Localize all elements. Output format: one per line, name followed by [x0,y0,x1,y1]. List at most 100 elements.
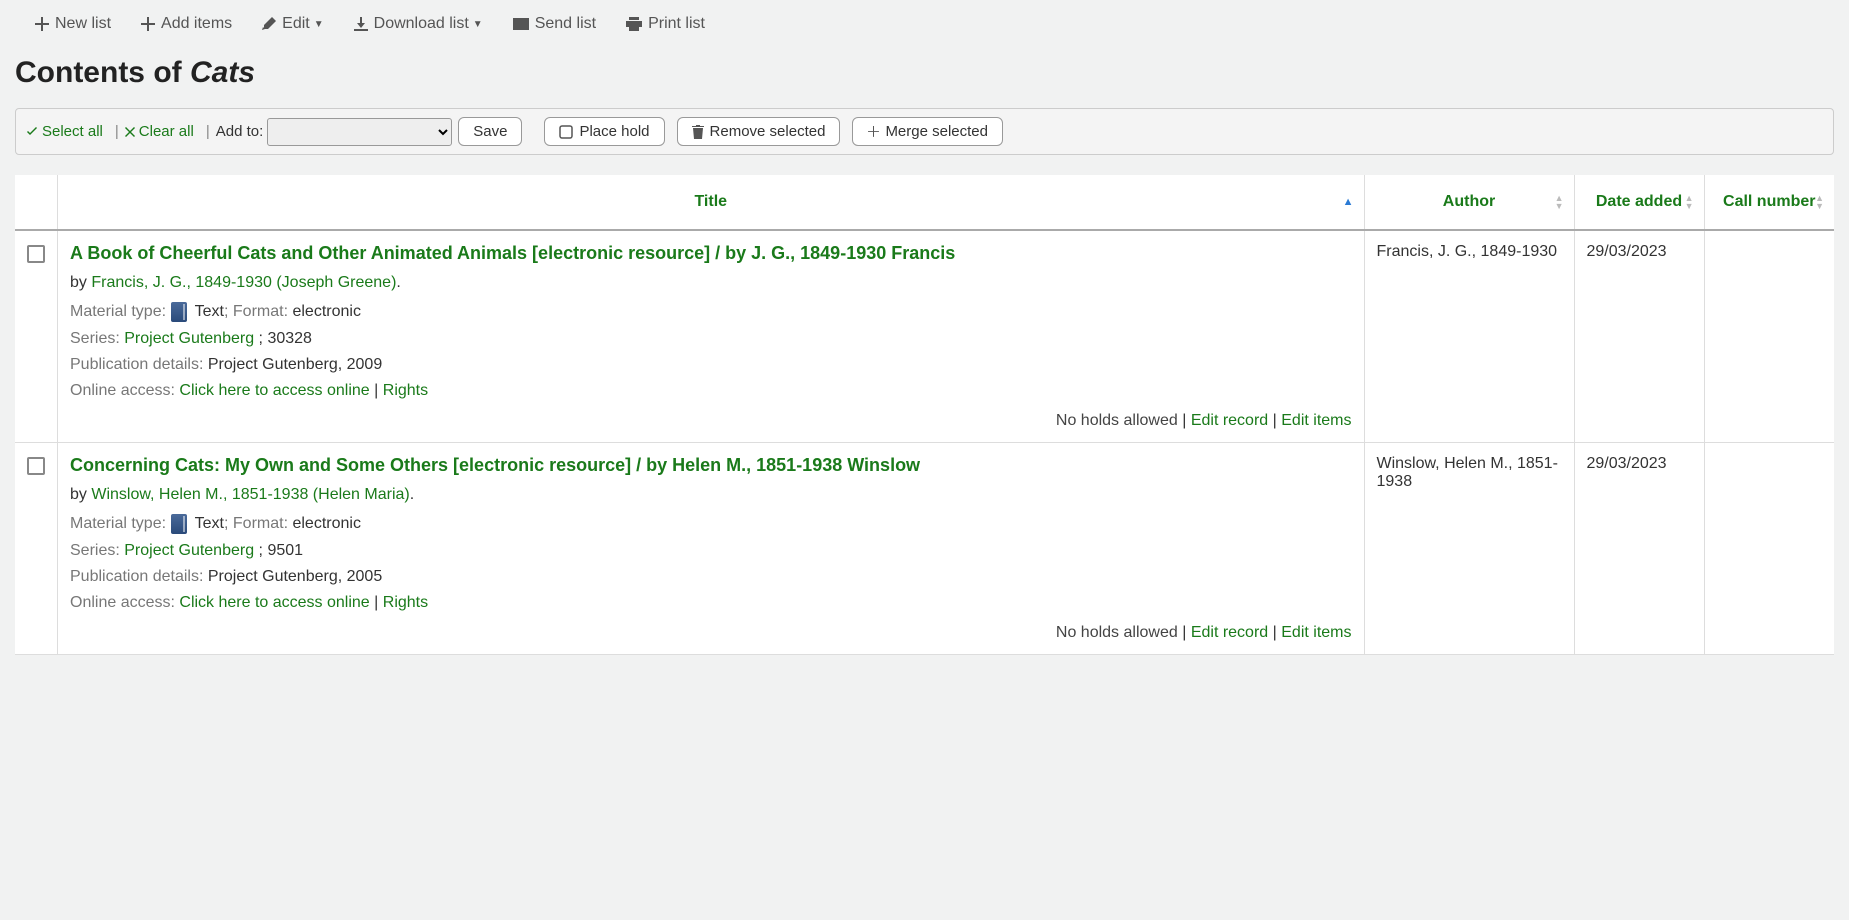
row-checkbox[interactable] [27,245,45,263]
check-icon [26,126,38,138]
page-title-prefix: Contents of [15,56,190,89]
online-access-link[interactable]: Click here to access online [179,594,369,611]
author-link[interactable]: Francis, J. G., 1849-1930 (Joseph Greene… [91,274,396,291]
add-items-label: Add items [161,15,232,33]
place-hold-label: Place hold [579,123,649,140]
book-icon [171,302,187,322]
separator: | [115,123,119,140]
online-access-label: Online access: [70,382,175,399]
clear-all-button[interactable]: Clear all [125,123,194,140]
record-title-link[interactable]: A Book of Cheerful Cats and Other Animat… [70,243,955,263]
format-label: Format: [233,515,288,532]
edit-items-link[interactable]: Edit items [1281,412,1351,429]
trash-icon [692,125,704,139]
no-holds-text: No holds allowed [1056,624,1178,641]
merge-icon [867,126,879,138]
print-list-label: Print list [648,15,705,33]
no-holds-text: No holds allowed [1056,412,1178,429]
edit-record-link[interactable]: Edit record [1191,624,1268,641]
place-hold-button[interactable]: Place hold [544,117,664,146]
edit-label: Edit [282,15,310,33]
send-list-label: Send list [535,15,596,33]
plus-icon [141,17,155,31]
edit-record-link[interactable]: Edit record [1191,412,1268,429]
add-to-label: Add to: [216,123,264,140]
table-row: A Book of Cheerful Cats and Other Animat… [15,230,1834,443]
checkbox-header [15,175,58,230]
x-icon [125,127,135,137]
format-label: Format: [233,303,288,320]
remove-selected-button[interactable]: Remove selected [677,117,841,146]
book-icon [171,514,187,534]
author-link[interactable]: Winslow, Helen M., 1851-1938 (Helen Mari… [91,486,409,503]
date-added-cell: 29/03/2023 [1587,455,1667,472]
online-access-link[interactable]: Click here to access online [179,382,369,399]
download-list-button[interactable]: Download list ▼ [354,15,483,33]
call-number-header[interactable]: Call number ▲▼ [1704,175,1834,230]
top-toolbar: New list Add items Edit ▼ Download list … [15,10,1834,48]
print-icon [626,17,642,31]
by-label: by [70,486,87,503]
results-table: Title ▲ Author ▲▼ Date added ▲▼ Call num… [15,175,1834,655]
material-type-label: Material type: [70,303,166,320]
separator: | [206,123,210,140]
download-list-label: Download list [374,15,469,33]
select-all-label: Select all [42,123,103,140]
series-link[interactable]: Project Gutenberg [124,542,254,559]
rights-link[interactable]: Rights [383,594,428,611]
series-post: ; 9501 [254,542,303,559]
new-list-label: New list [55,15,111,33]
print-list-button[interactable]: Print list [626,15,705,33]
by-label: by [70,274,87,291]
material-type-value: Text [195,515,224,532]
action-bar: Select all | Clear all | Add to: Save Pl… [15,108,1834,155]
series-label: Series: [70,330,120,347]
save-button[interactable]: Save [458,117,522,146]
date-added-header[interactable]: Date added ▲▼ [1574,175,1704,230]
author-header-label: Author [1443,193,1495,210]
caret-down-icon: ▼ [473,19,483,30]
add-to-select[interactable] [267,118,452,146]
publication-value: Project Gutenberg, 2005 [208,568,382,585]
merge-selected-label: Merge selected [885,123,988,140]
page-title-name: Cats [190,56,255,89]
page-title: Contents of Cats [15,48,1834,108]
date-added-header-label: Date added [1596,193,1682,210]
row-checkbox[interactable] [27,457,45,475]
edit-button[interactable]: Edit ▼ [262,15,323,33]
edit-items-link[interactable]: Edit items [1281,624,1351,641]
sort-icon: ▲▼ [1815,194,1824,210]
table-row: Concerning Cats: My Own and Some Others … [15,443,1834,655]
add-items-button[interactable]: Add items [141,15,232,33]
new-list-button[interactable]: New list [35,15,111,33]
publication-value: Project Gutenberg, 2009 [208,356,382,373]
merge-selected-button[interactable]: Merge selected [852,117,1003,146]
author-cell: Winslow, Helen M., 1851-1938 [1377,455,1558,490]
clear-all-label: Clear all [139,123,194,140]
sort-icon: ▲▼ [1685,194,1694,210]
series-label: Series: [70,542,120,559]
download-icon [354,17,368,31]
author-header[interactable]: Author ▲▼ [1364,175,1574,230]
rights-link[interactable]: Rights [383,382,428,399]
select-all-button[interactable]: Select all [26,123,103,140]
format-value: electronic [292,515,360,532]
title-header-label: Title [694,193,727,210]
pencil-icon [262,17,276,31]
material-type-label: Material type: [70,515,166,532]
remove-selected-label: Remove selected [710,123,826,140]
sort-asc-icon: ▲ [1343,198,1354,206]
publication-label: Publication details: [70,568,203,585]
material-type-value: Text [195,303,224,320]
record-title-link[interactable]: Concerning Cats: My Own and Some Others … [70,455,920,475]
publication-label: Publication details: [70,356,203,373]
envelope-icon [513,17,529,31]
sort-icon: ▲▼ [1555,194,1564,210]
series-link[interactable]: Project Gutenberg [124,330,254,347]
plus-icon [35,17,49,31]
author-cell: Francis, J. G., 1849-1930 [1377,243,1558,260]
format-value: electronic [292,303,360,320]
caret-down-icon: ▼ [314,19,324,30]
title-header[interactable]: Title ▲ [58,175,1365,230]
send-list-button[interactable]: Send list [513,15,596,33]
